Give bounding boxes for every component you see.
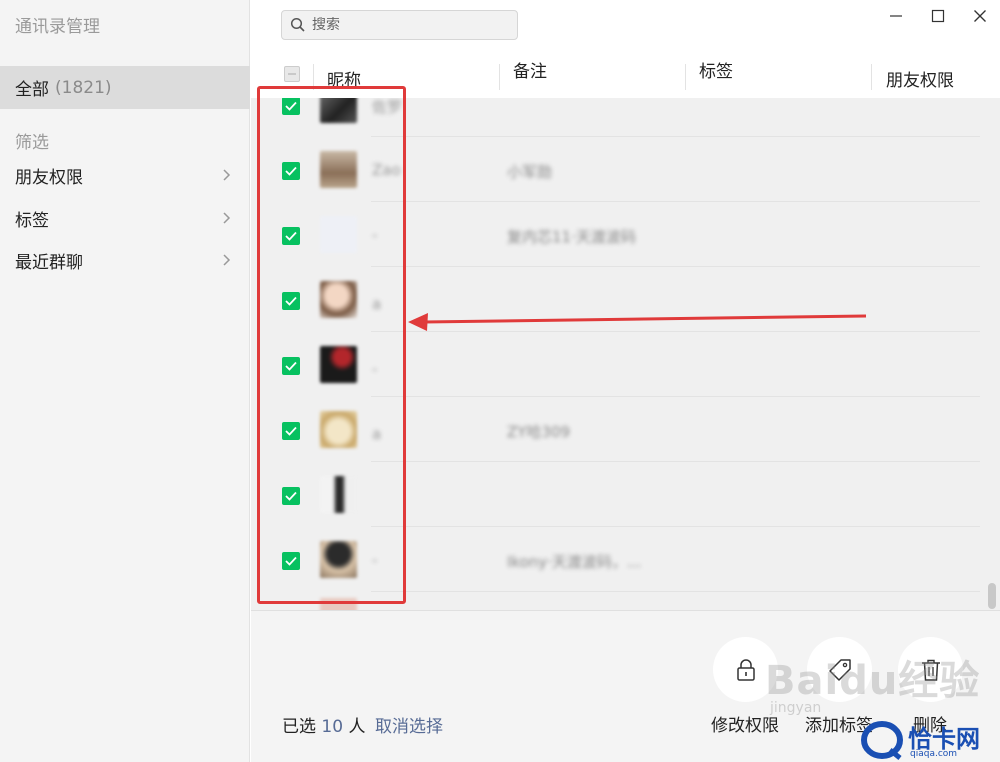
row-checkbox[interactable]: [282, 487, 300, 505]
table-row[interactable]: a ZY哈309: [251, 397, 1000, 462]
column-header-note[interactable]: 备注: [513, 57, 547, 82]
cancel-selection-link[interactable]: 取消选择: [375, 712, 443, 737]
check-icon: [285, 231, 297, 241]
chevron-right-icon: [223, 169, 231, 181]
row-checkbox[interactable]: [282, 98, 300, 115]
maximize-icon: [931, 9, 945, 23]
row-checkbox[interactable]: [282, 422, 300, 440]
sidebar-item-label: 标签: [15, 210, 49, 231]
close-button[interactable]: [968, 4, 992, 28]
sidebar-item-recent-groups[interactable]: 最近群聊: [0, 241, 250, 279]
table-row[interactable]: - 复内芯11·天渡波码: [251, 202, 1000, 267]
contact-nickname: Zao: [372, 161, 401, 179]
column-header-tags[interactable]: 标签: [699, 57, 733, 82]
contact-note: Ikony·天渡波码，...: [507, 553, 642, 571]
contact-note: 复内芯11·天渡波码: [507, 228, 636, 246]
row-checkbox[interactable]: [282, 357, 300, 375]
close-icon: [974, 10, 986, 22]
search-input[interactable]: [312, 17, 492, 33]
contact-nickname: -: [372, 360, 378, 378]
table-row[interactable]: a: [251, 267, 1000, 332]
filter-heading: 筛选: [15, 133, 49, 153]
minimize-icon: [890, 15, 902, 17]
table-row[interactable]: -: [251, 332, 1000, 397]
sidebar-item-label: 全部: [15, 80, 49, 100]
contact-note: 小军勋: [507, 163, 553, 181]
table-row[interactable]: 佐罗: [251, 98, 1000, 137]
check-icon: [285, 101, 297, 111]
action-label: 添加标签: [805, 716, 873, 736]
column-header-nickname[interactable]: 昵称: [327, 66, 361, 91]
modify-permission-button[interactable]: 修改权限: [695, 637, 795, 757]
sidebar-item-tags[interactable]: 标签: [0, 199, 250, 237]
row-checkbox[interactable]: [282, 162, 300, 180]
avatar: [320, 411, 357, 448]
chevron-right-icon: [223, 254, 231, 266]
avatar: [320, 346, 357, 383]
add-tag-button[interactable]: 添加标签: [789, 637, 889, 757]
avatar: [320, 281, 357, 318]
column-divider: [499, 64, 500, 90]
contact-nickname: -: [372, 551, 378, 569]
sidebar-item-permission[interactable]: 朋友权限: [0, 156, 250, 194]
column-divider: [313, 64, 314, 90]
check-icon: [285, 361, 297, 371]
row-checkbox[interactable]: [282, 227, 300, 245]
row-checkbox[interactable]: [282, 292, 300, 310]
maximize-button[interactable]: [926, 4, 950, 28]
table-header: 昵称 备注 标签 朋友权限: [251, 56, 1000, 98]
contact-count: (1821): [55, 77, 112, 98]
contact-list: 佐罗 Zao 小军勋 - 复内芯11·天渡波码 a - a ZY哈309 - I…: [251, 98, 1000, 610]
table-row[interactable]: [251, 462, 1000, 527]
avatar: [320, 598, 357, 610]
search-box[interactable]: [281, 10, 518, 40]
table-row[interactable]: - Ikony·天渡波码，...: [251, 527, 1000, 592]
check-icon: [285, 426, 297, 436]
delete-button[interactable]: 删除: [880, 637, 980, 757]
selection-footer: 已选 10 人 取消选择 修改权限 添加标签 删除: [251, 610, 1000, 762]
table-row[interactable]: [251, 592, 1000, 610]
table-row[interactable]: Zao 小军勋: [251, 137, 1000, 202]
avatar: [320, 151, 357, 188]
contact-nickname: a: [372, 295, 382, 313]
contact-note: ZY哈309: [507, 423, 571, 441]
avatar: [320, 98, 357, 123]
chevron-right-icon: [223, 212, 231, 224]
check-icon: [285, 296, 297, 306]
row-checkbox[interactable]: [282, 552, 300, 570]
selected-suffix: 人: [348, 717, 366, 737]
column-divider: [685, 64, 686, 90]
contact-nickname: a: [372, 425, 382, 443]
column-divider: [871, 64, 872, 90]
action-circle: [713, 637, 778, 702]
selected-count: 10: [321, 717, 344, 737]
selected-count-text: 已选 10 人: [282, 712, 365, 737]
avatar: [320, 476, 357, 513]
action-circle: [807, 637, 872, 702]
avatar: [320, 216, 357, 253]
select-all-checkbox[interactable]: [284, 66, 300, 82]
lock-icon: [736, 658, 755, 681]
action-circle: [898, 637, 963, 702]
app-title: 通讯录管理: [15, 17, 100, 37]
action-label: 删除: [913, 716, 947, 736]
sidebar: 通讯录管理 全部 (1821) 筛选 朋友权限 标签 最近群聊: [0, 0, 250, 762]
sidebar-item-all[interactable]: 全部 (1821): [0, 66, 250, 109]
search-icon: [290, 17, 305, 32]
trash-icon: [921, 659, 940, 681]
sidebar-item-label: 朋友权限: [15, 167, 83, 188]
scrollbar-thumb[interactable]: [988, 583, 996, 609]
sidebar-item-label: 最近群聊: [15, 252, 83, 273]
minimize-button[interactable]: [884, 4, 908, 28]
check-icon: [285, 491, 297, 501]
check-icon: [285, 556, 297, 566]
action-label: 修改权限: [711, 716, 779, 736]
column-header-permission[interactable]: 朋友权限: [886, 66, 954, 91]
avatar: [320, 541, 357, 578]
check-icon: [285, 166, 297, 176]
contact-nickname: 佐罗: [372, 98, 403, 116]
contact-nickname: -: [372, 226, 378, 244]
selected-prefix: 已选: [282, 717, 316, 737]
tag-icon: [828, 658, 851, 681]
